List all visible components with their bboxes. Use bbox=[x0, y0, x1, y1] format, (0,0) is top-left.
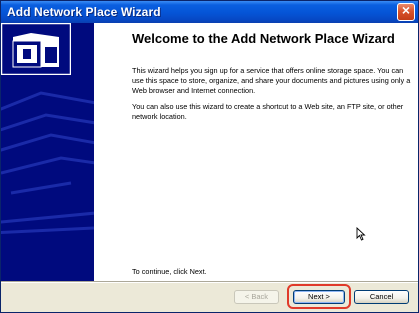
shortcut-paragraph: You can also use this wizard to create a… bbox=[132, 102, 404, 121]
wizard-banner bbox=[1, 23, 94, 281]
intro-paragraph: This wizard helps you sign up for a serv… bbox=[132, 66, 411, 95]
close-icon: × bbox=[401, 2, 411, 18]
cancel-button[interactable]: Cancel bbox=[354, 290, 409, 304]
next-button-highlight-ring bbox=[287, 284, 351, 309]
title-bar[interactable]: Add Network Place Wizard × bbox=[1, 1, 418, 23]
wizard-window: Add Network Place Wizard × Welcome to th… bbox=[0, 0, 419, 313]
continue-instruction: To continue, click Next. bbox=[132, 267, 207, 276]
wizard-heading: Welcome to the Add Network Place Wizard bbox=[132, 31, 395, 46]
mouse-cursor-icon bbox=[356, 227, 366, 241]
back-button[interactable]: < Back bbox=[234, 290, 279, 304]
network-folder-icon bbox=[1, 23, 71, 75]
window-title: Add Network Place Wizard bbox=[7, 5, 161, 19]
footer-divider-highlight bbox=[1, 282, 418, 283]
close-button[interactable]: × bbox=[397, 2, 415, 21]
wizard-content: Welcome to the Add Network Place Wizard … bbox=[94, 23, 418, 281]
